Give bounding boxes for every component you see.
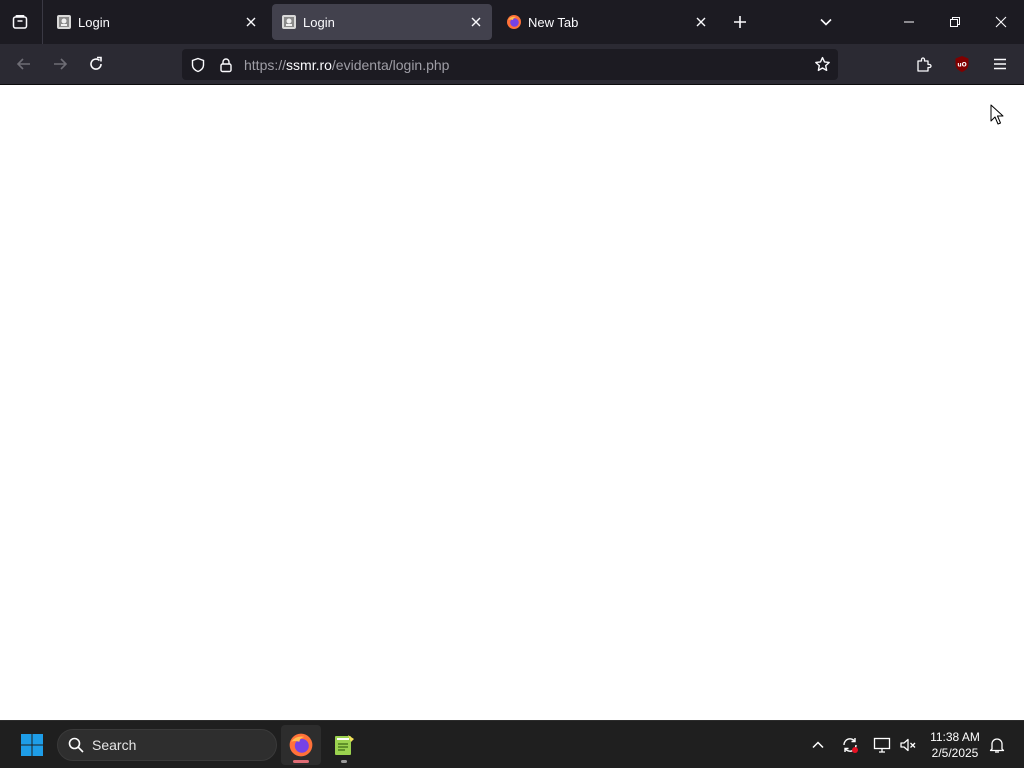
taskbar-app-firefox[interactable] bbox=[281, 725, 321, 765]
windows-logo-icon bbox=[21, 734, 43, 756]
sync-tray-button[interactable] bbox=[838, 733, 862, 757]
lock-icon[interactable] bbox=[212, 51, 240, 79]
system-clock[interactable]: 11:38 AM 2/5/2025 bbox=[922, 729, 988, 761]
taskbar-app-notepad-plus-plus[interactable] bbox=[324, 725, 364, 765]
notepad-plus-plus-icon bbox=[335, 735, 354, 755]
tab-separator bbox=[42, 0, 43, 44]
bell-icon bbox=[989, 738, 1005, 753]
address-bar[interactable]: https://ssmr.ro/evidenta/login.php bbox=[182, 49, 838, 80]
running-indicator bbox=[293, 760, 309, 763]
firefox-view-icon bbox=[12, 15, 28, 29]
minimize-icon bbox=[904, 21, 914, 23]
sync-icon bbox=[843, 738, 858, 753]
tab-title: New Tab bbox=[528, 14, 579, 30]
show-hidden-icons-button[interactable] bbox=[806, 733, 830, 757]
monitor-icon bbox=[873, 737, 891, 753]
url-text[interactable]: https://ssmr.ro/evidenta/login.php bbox=[244, 57, 449, 73]
volume-muted-icon bbox=[900, 738, 916, 752]
tab-new-tab[interactable]: New Tab bbox=[497, 4, 717, 40]
close-window-button[interactable] bbox=[978, 0, 1024, 44]
bookmark-star-icon[interactable] bbox=[808, 51, 836, 79]
extensions-button[interactable] bbox=[908, 48, 940, 80]
hamburger-menu-icon bbox=[994, 58, 1006, 70]
url-path: /evidenta/login.php bbox=[331, 56, 450, 73]
close-tab-icon[interactable] bbox=[239, 10, 263, 34]
close-icon bbox=[995, 16, 1007, 28]
app-menu-button[interactable] bbox=[984, 48, 1016, 80]
volume-tray-button[interactable] bbox=[896, 733, 920, 757]
display-tray-button[interactable] bbox=[870, 733, 894, 757]
chevron-down-icon bbox=[820, 18, 832, 26]
plus-icon bbox=[734, 16, 746, 28]
close-tab-icon[interactable] bbox=[464, 10, 488, 34]
restore-button[interactable] bbox=[932, 0, 978, 44]
reload-button[interactable] bbox=[80, 48, 112, 80]
mouse-cursor-icon bbox=[990, 104, 1004, 125]
minimize-button[interactable] bbox=[886, 0, 932, 44]
url-prefix: https:// bbox=[244, 56, 287, 73]
ublock-shield-icon: uO bbox=[955, 56, 969, 72]
restore-icon bbox=[950, 17, 960, 27]
arrow-left-icon bbox=[16, 58, 30, 70]
list-all-tabs-button[interactable] bbox=[810, 6, 842, 38]
back-button[interactable] bbox=[8, 48, 40, 80]
navigation-toolbar: https://ssmr.ro/evidenta/login.php uO bbox=[0, 44, 1024, 85]
ublock-label: uO bbox=[957, 62, 966, 69]
page-content-area[interactable] bbox=[0, 85, 1024, 720]
firefox-icon bbox=[506, 14, 522, 30]
taskbar-search-box[interactable]: Search bbox=[57, 729, 277, 761]
url-domain: ssmr.ro bbox=[286, 56, 332, 73]
forward-button[interactable] bbox=[44, 48, 76, 80]
running-indicator bbox=[341, 760, 347, 763]
close-tab-icon[interactable] bbox=[689, 10, 713, 34]
tab-login-1[interactable]: Login bbox=[47, 4, 267, 40]
puzzle-icon bbox=[917, 57, 932, 72]
clock-date: 2/5/2025 bbox=[931, 746, 979, 760]
firefox-view-button[interactable] bbox=[4, 6, 36, 38]
tab-title: Login bbox=[303, 14, 335, 30]
page-icon bbox=[56, 14, 72, 30]
page-icon bbox=[281, 14, 297, 30]
chevron-up-icon bbox=[812, 741, 824, 749]
search-label: Search bbox=[92, 737, 137, 753]
windows-taskbar: Search 11:38 AM 2/5/2025 bbox=[0, 720, 1024, 768]
reload-icon bbox=[90, 56, 102, 70]
tab-login-2[interactable]: Login bbox=[272, 4, 492, 40]
tab-strip: Login Login New Tab bbox=[0, 0, 1024, 44]
arrow-right-icon bbox=[54, 58, 68, 70]
ublock-origin-button[interactable]: uO bbox=[946, 48, 978, 80]
tab-title: Login bbox=[78, 14, 110, 30]
tracking-protection-shield-icon[interactable] bbox=[184, 51, 212, 79]
new-tab-button[interactable] bbox=[724, 6, 756, 38]
notifications-button[interactable] bbox=[985, 733, 1009, 757]
start-button[interactable] bbox=[12, 725, 52, 765]
firefox-icon bbox=[289, 733, 313, 757]
search-icon bbox=[68, 737, 84, 753]
clock-time: 11:38 AM bbox=[930, 730, 980, 744]
